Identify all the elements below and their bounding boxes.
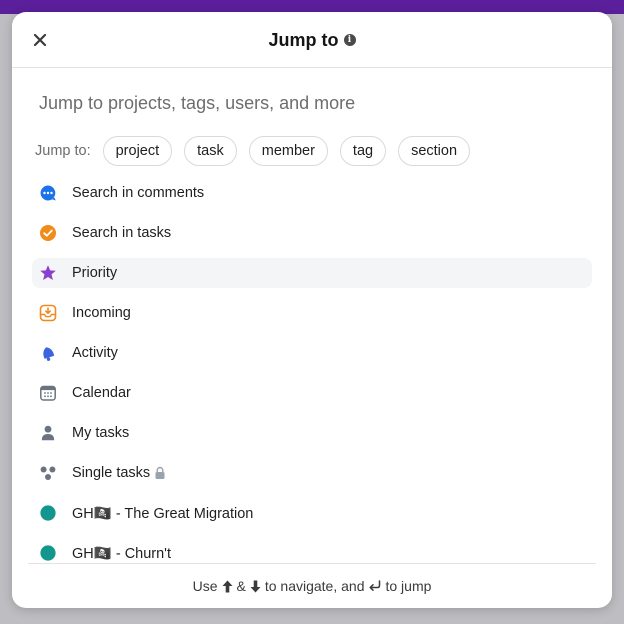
inbox-icon [39, 304, 57, 322]
close-icon [33, 33, 47, 47]
filter-chip-member[interactable]: member [248, 136, 328, 166]
jump-filter-bar: Jump to: project task member tag section [35, 136, 482, 166]
check-circle-icon [39, 224, 57, 242]
dialog-title-text: Jump to [268, 29, 339, 50]
hint-middle: to navigate, and [264, 578, 365, 594]
jump-to-dialog: Jump to i Jump to: project task member t… [12, 12, 612, 608]
list-item-label: Single tasks [72, 465, 166, 481]
person-icon [39, 424, 57, 442]
list-item-text: Single tasks [72, 465, 151, 481]
list-item-priority[interactable]: Priority [32, 258, 592, 288]
list-item-label: Calendar [72, 385, 131, 401]
list-item-label: GH🏴‍☠️ - Churn't [72, 545, 171, 562]
filter-chip-section[interactable]: section [398, 136, 471, 166]
project-dot-icon [39, 504, 57, 522]
list-item-search-tasks[interactable]: Search in tasks [32, 218, 592, 248]
list-item-label: Priority [72, 265, 118, 281]
arrow-down-icon [250, 580, 261, 593]
lock-icon [154, 466, 166, 480]
project-dot-icon [39, 544, 57, 562]
star-icon [39, 264, 57, 282]
keyboard-hint-footer: Use & to navigate, and to jump [28, 563, 596, 608]
list-item-my-tasks[interactable]: My tasks [32, 418, 592, 448]
dots-icon [39, 464, 57, 482]
filter-label: Jump to: [35, 143, 91, 159]
list-item-single-tasks[interactable]: Single tasks [32, 458, 592, 488]
comment-bubble-icon [39, 184, 57, 202]
jump-search-input[interactable] [39, 90, 579, 116]
list-item-label: GH🏴‍☠️ - The Great Migration [72, 505, 254, 522]
bell-icon [39, 344, 57, 362]
list-item-label: Incoming [72, 305, 131, 321]
hint-prefix: Use [192, 578, 218, 594]
list-item-label: My tasks [72, 425, 130, 441]
jump-results-list[interactable]: Search in comments Search in tasks Prior… [32, 178, 592, 564]
filter-chip-task[interactable]: task [184, 136, 237, 166]
info-icon[interactable]: i [343, 34, 356, 46]
list-item-label: Activity [72, 345, 118, 361]
list-item-search-comments[interactable]: Search in comments [32, 178, 592, 208]
filter-chip-tag[interactable]: tag [339, 136, 387, 166]
hint-suffix: to jump [385, 578, 432, 594]
dialog-header: Jump to i [12, 12, 612, 68]
list-item-activity[interactable]: Activity [32, 338, 592, 368]
list-item-label: Search in comments [72, 185, 205, 201]
return-key-icon [368, 580, 381, 592]
filter-chip-project[interactable]: project [102, 136, 173, 166]
list-item-incoming[interactable]: Incoming [32, 298, 592, 328]
list-item-project-churnt[interactable]: GH🏴‍☠️ - Churn't [32, 538, 592, 564]
list-item-project-great-migration[interactable]: GH🏴‍☠️ - The Great Migration [32, 498, 592, 528]
close-button[interactable] [28, 28, 52, 52]
calendar-icon [39, 384, 57, 402]
dialog-title: Jump to i [12, 12, 612, 68]
arrow-up-icon [222, 580, 233, 593]
list-item-calendar[interactable]: Calendar [32, 378, 592, 408]
hint-amp: & [236, 578, 246, 594]
list-item-label: Search in tasks [72, 225, 172, 241]
